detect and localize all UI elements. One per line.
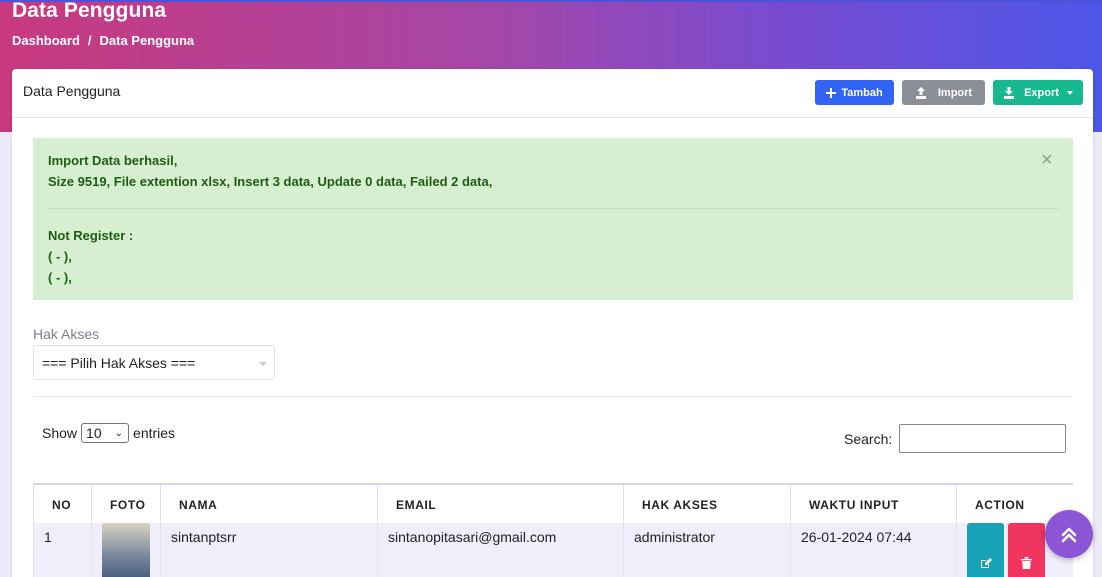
header-email[interactable]: EMAIL bbox=[396, 485, 436, 523]
export-button[interactable]: Export bbox=[993, 80, 1083, 105]
entries-control: Show 10 ⌄ entries bbox=[42, 423, 175, 443]
header-nama[interactable]: NAMA bbox=[179, 485, 217, 523]
edit-button[interactable] bbox=[967, 523, 1004, 577]
col-border bbox=[956, 523, 957, 577]
col-border bbox=[623, 485, 624, 523]
import-button[interactable]: Import bbox=[902, 80, 985, 105]
entries-value: 10 bbox=[86, 425, 102, 441]
trash-icon bbox=[1021, 557, 1032, 569]
cell-nama: sintanptsrr bbox=[171, 529, 237, 545]
caret-down-icon bbox=[1066, 90, 1073, 95]
breadcrumb: Dashboard / Data Pengguna bbox=[12, 33, 194, 48]
chevron-down-icon bbox=[259, 362, 267, 366]
upload-icon bbox=[915, 86, 926, 99]
col-border bbox=[790, 485, 791, 523]
search-control: Search: bbox=[844, 424, 1067, 453]
alert-divider bbox=[48, 208, 1058, 209]
tambah-label: Tambah bbox=[841, 86, 883, 99]
col-border bbox=[33, 523, 34, 577]
alert-line-3: Not Register : bbox=[48, 228, 134, 243]
alert-line-4: ( - ), bbox=[48, 249, 72, 264]
edit-icon bbox=[980, 558, 992, 568]
search-label: Search: bbox=[844, 430, 893, 447]
col-border bbox=[160, 485, 161, 523]
export-label: Export bbox=[1024, 86, 1059, 99]
table-header-row: NO FOTO NAMA EMAIL HAK AKSES WAKTU INPUT… bbox=[33, 483, 1073, 523]
header-waktu-input[interactable]: WAKTU INPUT bbox=[809, 485, 899, 523]
header-no[interactable]: NO bbox=[52, 485, 71, 523]
alert-line-2: Size 9519, File extention xlsx, Insert 3… bbox=[48, 174, 493, 189]
col-border bbox=[91, 485, 92, 523]
import-success-alert: Import Data berhasil, Size 9519, File ex… bbox=[33, 138, 1073, 300]
col-border bbox=[790, 523, 791, 577]
page-title: Data Pengguna bbox=[12, 0, 167, 22]
card-title: Data Pengguna bbox=[23, 83, 121, 99]
download-icon bbox=[1004, 86, 1015, 99]
alert-close-icon[interactable]: × bbox=[1041, 150, 1053, 170]
col-border bbox=[33, 485, 34, 523]
col-border bbox=[377, 485, 378, 523]
delete-button[interactable] bbox=[1008, 523, 1045, 577]
cell-waktu-input: 26-01-2024 07:44 bbox=[801, 529, 912, 545]
hak-akses-label: Hak Akses bbox=[33, 326, 100, 342]
col-border bbox=[956, 485, 957, 523]
col-border bbox=[91, 523, 92, 577]
entries-select[interactable]: 10 ⌄ bbox=[81, 423, 130, 443]
card-header: Data Pengguna Tambah Import Export bbox=[12, 69, 1093, 118]
scroll-to-top-button[interactable] bbox=[1045, 510, 1093, 558]
col-border bbox=[160, 523, 161, 577]
import-label: Import bbox=[937, 86, 973, 99]
tambah-button[interactable]: Tambah bbox=[815, 80, 894, 105]
col-border bbox=[377, 523, 378, 577]
cell-no: 1 bbox=[44, 529, 52, 545]
plus-icon bbox=[826, 87, 837, 98]
header-action: ACTION bbox=[975, 498, 1025, 512]
entries-label: entries bbox=[133, 425, 176, 441]
data-card: Data Pengguna Tambah Import Export Impor… bbox=[12, 69, 1093, 577]
breadcrumb-current: Data Pengguna bbox=[99, 33, 195, 48]
header-foto[interactable]: FOTO bbox=[110, 485, 146, 523]
breadcrumb-dashboard[interactable]: Dashboard bbox=[12, 33, 80, 48]
hak-akses-select[interactable]: === Pilih Hak Akses === bbox=[33, 345, 275, 380]
chevrons-up-icon bbox=[1061, 527, 1077, 543]
show-label: Show bbox=[42, 425, 78, 441]
search-input[interactable] bbox=[899, 424, 1067, 453]
users-table: NO FOTO NAMA EMAIL HAK AKSES WAKTU INPUT… bbox=[33, 483, 1073, 577]
chevron-down-icon: ⌄ bbox=[114, 428, 124, 439]
alert-line-1: Import Data berhasil, bbox=[48, 153, 178, 168]
table-row: 1 sintanptsrr sintanopitasari@gmail.com … bbox=[33, 523, 1073, 577]
hak-akses-selected: === Pilih Hak Akses === bbox=[42, 355, 196, 371]
header-hak-akses[interactable]: HAK AKSES bbox=[642, 485, 718, 523]
breadcrumb-separator: / bbox=[87, 33, 92, 48]
col-border bbox=[623, 523, 624, 577]
cell-email: sintanopitasari@gmail.com bbox=[388, 529, 557, 545]
alert-line-5: ( - ), bbox=[48, 270, 72, 285]
cell-hak-akses: administrator bbox=[634, 529, 715, 545]
user-photo bbox=[102, 523, 150, 577]
divider bbox=[33, 396, 1073, 397]
